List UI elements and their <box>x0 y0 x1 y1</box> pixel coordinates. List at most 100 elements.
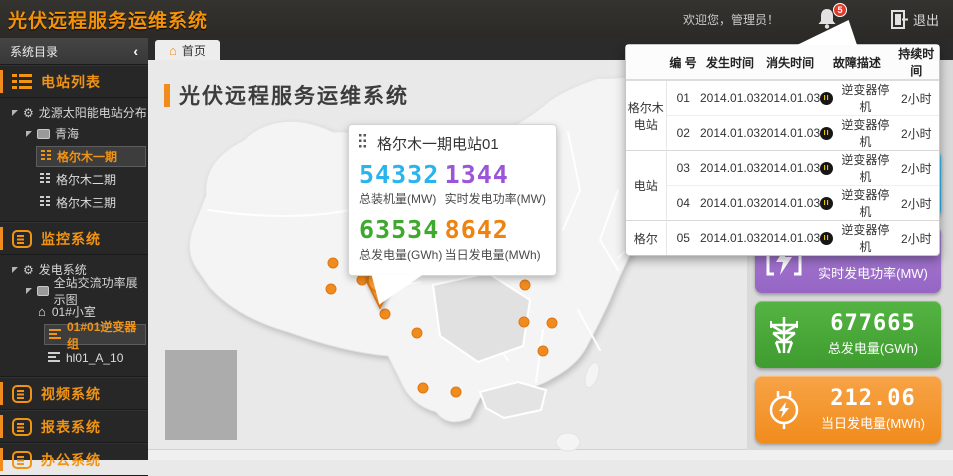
col-id: 编 号 <box>666 45 700 80</box>
active-bar <box>0 382 3 405</box>
tooltip-stat-capacity: 54332 总装机量(MW) <box>359 162 445 207</box>
stat-value: 63534 <box>359 217 445 243</box>
tooltip-stat-realtime-power: 1344 实时发电功率(MW) <box>445 162 546 207</box>
col-clear-time: 消失时间 <box>760 45 820 80</box>
grid-icon <box>40 196 50 210</box>
gear-icon: ⚙ <box>23 264 34 276</box>
caret-expanded-icon <box>26 288 32 294</box>
sidebar-item-monitor-system[interactable]: 监控系统 <box>0 222 148 255</box>
tree-leaf-label: hl01_A_10 <box>66 351 123 365</box>
fault-pause-icon <box>820 92 833 105</box>
app-title: 光伏远程服务运维系统 <box>0 6 208 33</box>
active-bar <box>0 70 3 93</box>
tree-node-region[interactable]: 青海 <box>0 123 148 144</box>
grid-icon <box>48 351 60 365</box>
sidebar-item-label: 监控系统 <box>41 229 101 249</box>
card-label: 实时发电功率(MW) <box>813 263 933 282</box>
sidebar-item-label: 电站列表 <box>41 72 101 92</box>
sidebar-item-video-system[interactable]: 视频系统 <box>0 377 148 410</box>
fault-pause-icon <box>820 197 833 210</box>
tree-leaf-inverter-group-selected[interactable]: 01#01逆变器组 <box>44 324 146 345</box>
monitor-icon <box>37 286 49 296</box>
alarm-row[interactable]: 电站 03 2014.01.03 2014.01.03 逆变器停机 2小时 <box>626 151 939 186</box>
gear-icon: ⚙ <box>23 107 34 119</box>
fault-pause-icon <box>820 232 833 245</box>
alarm-popup: 编 号 发生时间 消失时间 故障描述 持续时间 格尔木电站 01 2014.01… <box>625 44 940 256</box>
report-icon <box>12 418 32 436</box>
welcome-text: 欢迎您，管理员！ <box>683 11 779 28</box>
alarm-row[interactable]: 02 2014.01.03 2014.01.03 逆变器停机 2小时 <box>626 116 939 151</box>
tree-node-label: 龙源太阳能电站分布 <box>39 104 147 121</box>
card-value: 212.06 <box>813 387 933 411</box>
sidebar-item-station-list[interactable]: 电站列表 <box>0 65 148 98</box>
card-daily-generation[interactable]: 212.06 当日发电量(MWh) <box>755 376 941 443</box>
alarm-row[interactable]: 格尔 05 2014.01.03 2014.01.03 逆变器停机 2小时 <box>626 221 939 256</box>
exit-door-icon <box>891 10 908 29</box>
tree-leaf-geermu-2[interactable]: 格尔木二期 <box>36 169 146 190</box>
stat-label: 总装机量(MW) <box>359 190 445 207</box>
header-right: 欢迎您，管理员！ 5 退出 <box>683 0 953 38</box>
active-bar <box>0 415 3 438</box>
alarm-table: 编 号 发生时间 消失时间 故障描述 持续时间 格尔木电站 01 2014.01… <box>626 45 939 255</box>
taiwan-island <box>582 361 601 389</box>
list-icon <box>12 73 32 91</box>
page-title: 光伏远程服务运维系统 <box>179 80 409 110</box>
tree-leaf-label: 格尔木一期 <box>57 148 117 165</box>
alarm-row[interactable]: 04 2014.01.03 2014.01.03 逆变器停机 2小时 <box>626 186 939 221</box>
heading-accent-bar <box>164 84 170 107</box>
grid-icon <box>40 173 50 187</box>
station-tree: ⚙ 龙源太阳能电站分布 青海 格尔木一期 <box>0 98 148 222</box>
plug-icon <box>755 390 813 430</box>
generation-tree: ⚙ 发电系统 全站交流功率展示图 ⌂ 01#小室 01#01逆变器组 <box>0 255 148 377</box>
tree-leaf-geermu-1-selected[interactable]: 格尔木一期 <box>36 146 146 167</box>
tooltip-stat-total-generation: 63534 总发电量(GWh) <box>359 217 445 262</box>
alarm-group-name: 格尔 <box>626 221 666 256</box>
logout-button[interactable]: 退出 <box>891 10 939 29</box>
stat-value: 1344 <box>445 162 546 188</box>
tooltip-stat-daily-generation: 8642 当日发电量(MWh) <box>445 217 546 262</box>
grid-icon <box>359 134 370 153</box>
sidebar-item-label: 视频系统 <box>41 384 101 404</box>
tree-leaf-geermu-3[interactable]: 格尔木三期 <box>36 192 146 213</box>
tooltip-stats-grid: 54332 总装机量(MW) 1344 实时发电功率(MW) 63534 总发电… <box>349 158 556 275</box>
alarm-group-name: 电站 <box>626 151 666 221</box>
sidebar-title-bar: 系统目录 ‹ <box>0 38 148 65</box>
caret-expanded-icon <box>12 110 18 116</box>
tab-home[interactable]: ⌂ 首页 <box>155 40 220 60</box>
sidebar-title: 系统目录 <box>10 43 58 60</box>
fault-pause-icon <box>820 127 833 140</box>
hainan-island <box>556 433 580 451</box>
tooltip-station-title: 格尔木一期电站01 <box>377 133 499 154</box>
sidebar-item-report-system[interactable]: 报表系统 <box>0 410 148 443</box>
card-total-generation[interactable]: 677665 总发电量(GWh) <box>755 301 941 368</box>
alarm-row[interactable]: 格尔木电站 01 2014.01.03 2014.01.03 逆变器停机 2小时 <box>626 80 939 116</box>
tree-node-distribution[interactable]: ⚙ 龙源太阳能电站分布 <box>0 102 148 123</box>
tree-node-power-chart[interactable]: 全站交流功率展示图 <box>0 280 148 301</box>
grid-icon <box>41 150 51 164</box>
col-fault-desc: 故障描述 <box>820 45 893 80</box>
sidebar: 系统目录 ‹ 电站列表 ⚙ 龙源太阳能电站分布 青海 <box>0 38 148 460</box>
page-heading: 光伏远程服务运维系统 <box>164 80 409 110</box>
tooltip-title-row: 格尔木一期电站01 <box>349 125 556 158</box>
logout-label: 退出 <box>913 10 939 29</box>
sidebar-collapse-button[interactable]: ‹ <box>133 43 138 59</box>
tree-leaf-label: 格尔木二期 <box>56 171 116 188</box>
map-inset-box <box>165 350 237 440</box>
col-group <box>626 45 666 80</box>
card-value: 677665 <box>813 312 933 336</box>
station-tooltip: 格尔木一期电站01 54332 总装机量(MW) 1344 实时发电功率(MW)… <box>348 124 557 276</box>
col-occur-time: 发生时间 <box>700 45 760 80</box>
tree-node-label: 青海 <box>55 125 79 142</box>
caret-expanded-icon <box>12 267 18 273</box>
tree-leaf-label: 格尔木三期 <box>56 194 116 211</box>
fault-pause-icon <box>820 162 833 175</box>
tree-leaf-label: 01#01逆变器组 <box>67 318 145 352</box>
tab-home-label: 首页 <box>182 42 206 59</box>
caret-expanded-icon <box>26 131 32 137</box>
card-label: 当日发电量(MWh) <box>813 413 933 432</box>
stat-label: 总发电量(GWh) <box>359 246 445 263</box>
col-duration: 持续时间 <box>894 45 939 80</box>
alarm-table-header-row: 编 号 发生时间 消失时间 故障描述 持续时间 <box>626 45 939 80</box>
active-bar <box>0 227 3 250</box>
grid-icon <box>49 328 61 342</box>
